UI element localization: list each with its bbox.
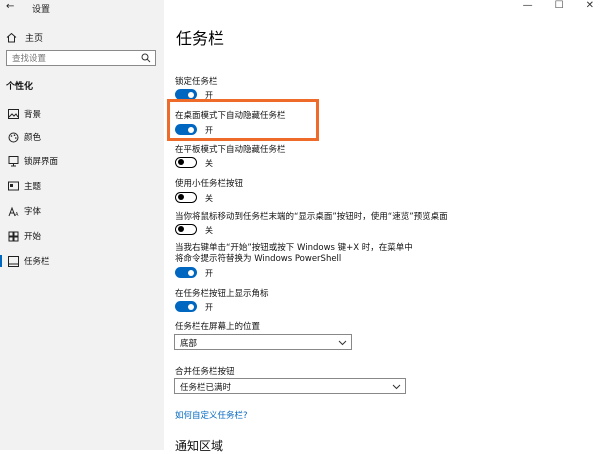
sidebar-item-label: 主题 (24, 182, 42, 192)
toggle-knob (178, 226, 184, 232)
sidebar-item-lock-screen[interactable]: 锁屏界面 (0, 152, 164, 170)
page-title: 任务栏 (176, 29, 225, 48)
font-icon: A (6, 206, 20, 217)
toggle-state-text: 关 (205, 226, 213, 235)
setting-label-powershell: 当我右键单击“开始”按钮或按下 Windows 键+X 时，在菜单中将命令提示符… (175, 243, 413, 264)
toggle-autohide-tablet[interactable] (175, 157, 197, 168)
taskbar-icon (6, 255, 20, 267)
main-panel: — ☐ ✕ 任务栏 锁定任务栏 开 在桌面模式下自动隐藏任务栏 开 在平板模式下… (164, 0, 600, 453)
sidebar-item-label: 任务栏 (24, 257, 50, 267)
toggle-knob (188, 126, 194, 133)
toggle-knob (178, 159, 184, 165)
toggle-knob (178, 194, 184, 200)
search-box[interactable] (6, 50, 156, 66)
sidebar-item-themes[interactable]: 主题 (0, 177, 164, 195)
toggle-powershell[interactable] (175, 267, 197, 278)
close-button[interactable]: ✕ (586, 0, 594, 11)
minimize-button[interactable]: — (523, 0, 533, 11)
toggle-badges[interactable] (175, 301, 197, 312)
toggle-state-text: 开 (205, 126, 213, 135)
combine-buttons-dropdown[interactable]: 任务栏已满时 (174, 378, 406, 394)
search-input[interactable] (12, 53, 132, 64)
notification-area-heading: 通知区域 (175, 439, 224, 453)
home-icon (6, 32, 20, 43)
toggle-state-text: 开 (205, 303, 213, 312)
lock-screen-icon (6, 155, 20, 167)
toggle-small-buttons[interactable] (175, 192, 197, 203)
setting-label-peek: 当你将鼠标移动到任务栏末端的“显示桌面”按钮时，使用“速览”预览桌面 (175, 212, 448, 222)
sidebar-item-background[interactable]: 背景 (0, 105, 164, 123)
picture-icon (6, 109, 20, 119)
setting-label-small-buttons: 使用小任务栏按钮 (175, 179, 244, 189)
toggle-state-text: 关 (205, 159, 213, 168)
sidebar: ← 设置 主页 个性化 背景 颜色 锁屏界面 主题 (0, 0, 164, 450)
sidebar-item-label: 字体 (24, 207, 42, 217)
sidebar-section-personalization: 个性化 (6, 82, 34, 92)
sidebar-item-fonts[interactable]: A 字体 (0, 202, 164, 220)
toggle-knob (188, 91, 194, 98)
sidebar-item-label: 颜色 (24, 133, 42, 143)
sidebar-item-colors[interactable]: 颜色 (0, 128, 164, 146)
sidebar-item-start[interactable]: 开始 (0, 227, 164, 245)
setting-label-lock-taskbar: 锁定任务栏 (175, 77, 218, 87)
toggle-peek[interactable] (175, 224, 197, 235)
setting-label-badges: 在任务栏按钮上显示角标 (175, 289, 269, 299)
palette-icon (6, 132, 20, 143)
back-arrow-icon[interactable]: ← (6, 1, 14, 12)
sidebar-item-taskbar[interactable]: 任务栏 (0, 252, 164, 270)
sidebar-item-label: 背景 (24, 110, 42, 120)
theme-icon (6, 181, 20, 192)
toggle-state-text: 开 (205, 269, 213, 278)
maximize-button[interactable]: ☐ (555, 0, 564, 11)
dropdown-value: 任务栏已满时 (180, 383, 232, 393)
chevron-down-icon (338, 336, 347, 347)
window-controls: — ☐ ✕ (523, 0, 594, 11)
toggle-autohide-desktop[interactable] (175, 124, 197, 135)
start-icon (6, 231, 20, 242)
taskbar-position-label: 任务栏在屏幕上的位置 (175, 322, 261, 332)
toggle-knob (188, 303, 194, 310)
window-title: 设置 (32, 5, 51, 15)
customize-taskbar-link[interactable]: 如何自定义任务栏? (175, 409, 248, 421)
dropdown-value: 底部 (180, 339, 198, 349)
toggle-state-text: 关 (205, 194, 213, 203)
chevron-down-icon (392, 380, 401, 391)
sidebar-item-label: 锁屏界面 (24, 157, 59, 167)
setting-label-autohide-tablet: 在平板模式下自动隐藏任务栏 (175, 145, 286, 155)
combine-buttons-label: 合并任务栏按钮 (175, 367, 235, 377)
taskbar-position-dropdown[interactable]: 底部 (174, 334, 352, 350)
sidebar-item-label: 开始 (24, 232, 42, 242)
sidebar-item-home-label: 主页 (25, 33, 44, 44)
sidebar-item-home[interactable]: 主页 (6, 30, 43, 44)
toggle-knob (188, 269, 194, 276)
svg-text:A: A (15, 212, 19, 217)
setting-label-autohide-desktop: 在桌面模式下自动隐藏任务栏 (175, 111, 286, 121)
search-icon[interactable] (141, 52, 151, 64)
